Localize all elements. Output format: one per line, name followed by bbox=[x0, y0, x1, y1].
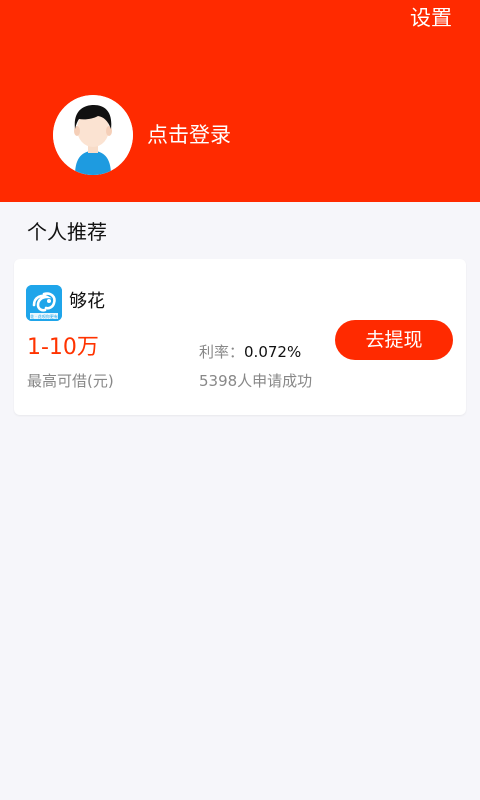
avatar[interactable] bbox=[53, 95, 133, 175]
app-logo-icon: 够花 · 花呗你更有翼 bbox=[26, 285, 62, 321]
app-logo-text: 够花 · 花呗你更有翼 bbox=[26, 313, 62, 319]
loan-amount: 1-10万 bbox=[27, 335, 99, 360]
user-avatar-icon bbox=[53, 95, 133, 175]
section-title: 个人推荐 bbox=[27, 220, 107, 244]
interest-rate-label: 利率： bbox=[199, 343, 245, 361]
loan-amount-label: 最高可借(元) bbox=[27, 372, 114, 390]
interest-rate: 利率：0.072% bbox=[199, 342, 301, 362]
profile-header: 设置 点击登录 bbox=[0, 0, 480, 202]
app-name: 够花 bbox=[69, 291, 105, 312]
interest-rate-value: 0.072% bbox=[244, 343, 302, 361]
withdraw-button[interactable]: 去提现 bbox=[335, 320, 453, 360]
login-link[interactable]: 点击登录 bbox=[147, 122, 231, 148]
applicants-count: 5398人申请成功 bbox=[199, 372, 313, 390]
settings-button[interactable]: 设置 bbox=[410, 6, 452, 30]
recommendation-card[interactable]: 够花 · 花呗你更有翼 够花 1-10万 最高可借(元) 利率：0.072% 5… bbox=[14, 259, 466, 415]
